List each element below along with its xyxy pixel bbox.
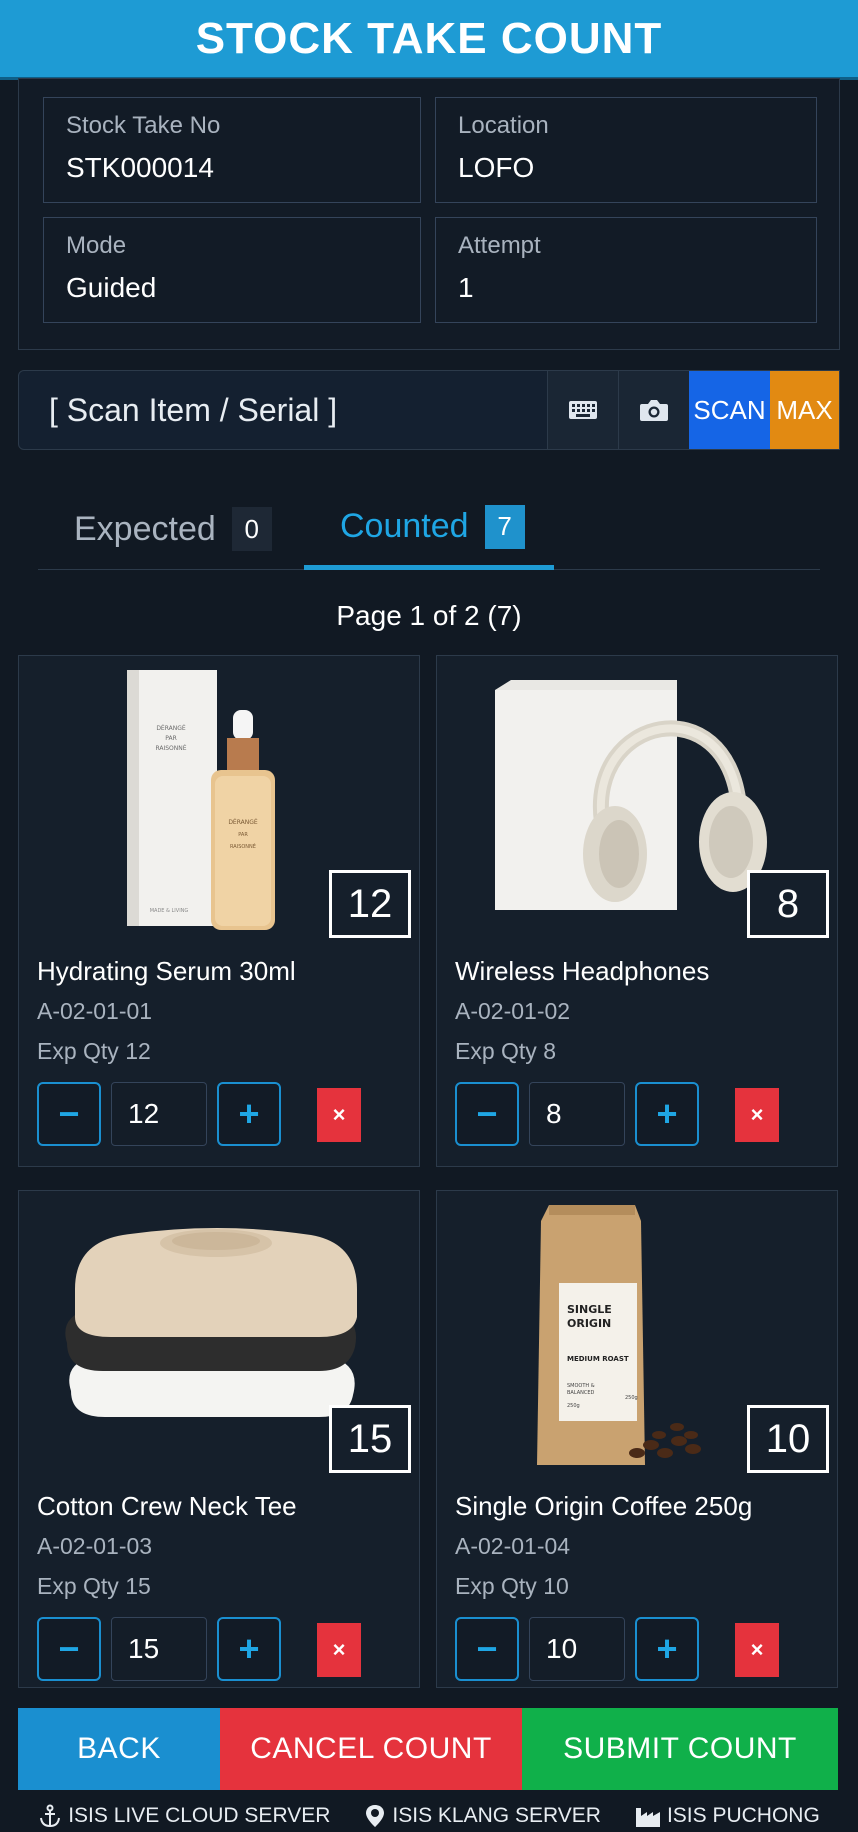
- remove-item-button[interactable]: ×: [735, 1623, 779, 1677]
- remove-item-button[interactable]: ×: [317, 1088, 361, 1142]
- box-brand-line-2: PAR: [165, 735, 177, 742]
- item-card: 15 Cotton Crew Neck Tee A-02-01-03 Exp Q…: [18, 1190, 420, 1688]
- decrement-button[interactable]: −: [455, 1082, 519, 1146]
- location-field: Location LOFO: [435, 97, 817, 203]
- qty-input[interactable]: [529, 1082, 625, 1146]
- item-name: Single Origin Coffee 250g: [455, 1491, 753, 1521]
- status-klang-label: ISIS KLANG SERVER: [392, 1804, 601, 1827]
- item-name: Wireless Headphones: [455, 956, 710, 986]
- item-card: DÉRANGÉ PAR RAISONNÉ MADE & LIVING DÉRAN…: [18, 655, 420, 1167]
- box-brand-line-1: DÉRANGÉ: [156, 724, 186, 732]
- tab-expected-label: Expected: [74, 509, 216, 548]
- attempt-label: Attempt: [458, 232, 541, 259]
- page-header: STOCK TAKE COUNT: [0, 0, 858, 80]
- page-indicator: Page 1 of 2 (7): [336, 600, 522, 631]
- count-tabs: Expected 0 Counted 7: [38, 488, 820, 570]
- scan-button[interactable]: SCAN: [689, 371, 770, 449]
- status-puchong-label: ISIS PUCHONG: [666, 1804, 820, 1827]
- bottle-brand-line-1: DÉRANGÉ: [228, 818, 258, 826]
- status-puchong: ISIS PUCHONG: [635, 1804, 820, 1828]
- remove-item-button[interactable]: ×: [735, 1088, 779, 1142]
- item-location: A-02-01-01: [37, 998, 153, 1024]
- tab-expected-count-badge: 0: [231, 507, 272, 551]
- tab-expected[interactable]: Expected 0: [74, 488, 272, 570]
- increment-button[interactable]: +: [635, 1082, 699, 1146]
- keyboard-icon: [569, 401, 597, 419]
- status-live-cloud-label: ISIS LIVE CLOUD SERVER: [68, 1804, 331, 1827]
- qty-controls: − + ×: [37, 1617, 417, 1681]
- factory-icon: [635, 1808, 660, 1827]
- attempt-field: Attempt 1: [435, 217, 817, 323]
- location-pin-icon: [366, 1805, 385, 1827]
- tab-counted-label: Counted: [340, 507, 469, 545]
- submit-count-button[interactable]: SUBMIT COUNT: [522, 1708, 838, 1790]
- bag-note-line-1: SMOOTH &: [567, 1383, 595, 1389]
- stock-take-no-field: Stock Take No STK000014: [43, 97, 421, 203]
- counted-qty-box: 10: [747, 1405, 829, 1473]
- increment-button[interactable]: +: [635, 1617, 699, 1681]
- back-button[interactable]: BACK: [18, 1708, 220, 1790]
- mode-field: Mode Guided: [43, 217, 421, 323]
- item-name: Hydrating Serum 30ml: [37, 956, 296, 986]
- item-card: SINGLE ORIGIN MEDIUM ROAST SMOOTH & BALA…: [436, 1190, 838, 1688]
- item-expected-qty: Exp Qty 10: [455, 1573, 569, 1599]
- decrement-button[interactable]: −: [455, 1617, 519, 1681]
- bag-weight-left: 250g: [567, 1403, 580, 1409]
- status-klang: ISIS KLANG SERVER: [364, 1804, 601, 1828]
- server-status-bar: ISIS LIVE CLOUD SERVER ISIS KLANG SERVER…: [0, 1800, 858, 1832]
- cancel-count-button[interactable]: CANCEL COUNT: [220, 1708, 522, 1790]
- stock-take-info-panel: Stock Take No STK000014 Location LOFO Mo…: [18, 78, 840, 350]
- scan-input[interactable]: [19, 371, 547, 449]
- item-card: 8 Wireless Headphones A-02-01-02 Exp Qty…: [436, 655, 838, 1167]
- camera-button[interactable]: [618, 371, 689, 449]
- item-expected-qty: Exp Qty 15: [37, 1573, 151, 1599]
- decrement-button[interactable]: −: [37, 1082, 101, 1146]
- stock-take-no-label: Stock Take No: [66, 112, 221, 139]
- item-name: Cotton Crew Neck Tee: [37, 1491, 297, 1521]
- box-brand-line-3: RAISONNÉ: [155, 744, 186, 752]
- location-label: Location: [458, 112, 549, 139]
- remove-item-button[interactable]: ×: [317, 1623, 361, 1677]
- bottle-brand-line-3: RAISONNÉ: [230, 842, 256, 850]
- item-location: A-02-01-03: [37, 1533, 153, 1559]
- keyboard-button[interactable]: [547, 371, 618, 449]
- decrement-button[interactable]: −: [37, 1617, 101, 1681]
- qty-controls: − + ×: [37, 1082, 417, 1146]
- qty-controls: − + ×: [455, 1617, 835, 1681]
- bag-title-line-2: ORIGIN: [567, 1317, 611, 1330]
- camera-icon: [640, 400, 668, 421]
- mode-value: Guided: [66, 272, 157, 303]
- counted-qty-box: 15: [329, 1405, 411, 1473]
- bag-note-line-2: BALANCED: [567, 1390, 595, 1396]
- scan-bar: SCAN MAX: [18, 370, 840, 450]
- counted-qty-box: 12: [329, 870, 411, 938]
- stock-take-no-value: STK000014: [66, 152, 214, 183]
- qty-controls: − + ×: [455, 1082, 835, 1146]
- increment-button[interactable]: +: [217, 1617, 281, 1681]
- mode-label: Mode: [66, 232, 127, 259]
- max-button[interactable]: MAX: [770, 371, 839, 449]
- bag-title-line-1: SINGLE: [567, 1303, 612, 1316]
- tab-counted[interactable]: Counted 7: [304, 488, 554, 570]
- item-expected-qty: Exp Qty 12: [37, 1038, 151, 1064]
- qty-input[interactable]: [111, 1082, 207, 1146]
- qty-input[interactable]: [529, 1617, 625, 1681]
- tab-counted-count-badge: 7: [484, 504, 525, 549]
- bag-roast: MEDIUM ROAST: [567, 1355, 629, 1363]
- bottle-brand-line-2: PAR: [238, 832, 248, 838]
- box-footer-text: MADE & LIVING: [150, 908, 189, 914]
- status-live-cloud: ISIS LIVE CLOUD SERVER: [38, 1804, 330, 1828]
- item-location: A-02-01-02: [455, 998, 571, 1024]
- footer-actions: BACK CANCEL COUNT SUBMIT COUNT: [18, 1708, 838, 1790]
- location-value: LOFO: [458, 152, 535, 183]
- page-title: STOCK TAKE COUNT: [195, 13, 663, 63]
- bag-weight-right: 250g: [625, 1395, 638, 1401]
- anchor-icon: [40, 1804, 61, 1828]
- counted-qty-box: 8: [747, 870, 829, 938]
- item-location: A-02-01-04: [455, 1533, 571, 1559]
- attempt-value: 1: [458, 272, 474, 303]
- qty-input[interactable]: [111, 1617, 207, 1681]
- item-expected-qty: Exp Qty 8: [455, 1038, 556, 1064]
- increment-button[interactable]: +: [217, 1082, 281, 1146]
